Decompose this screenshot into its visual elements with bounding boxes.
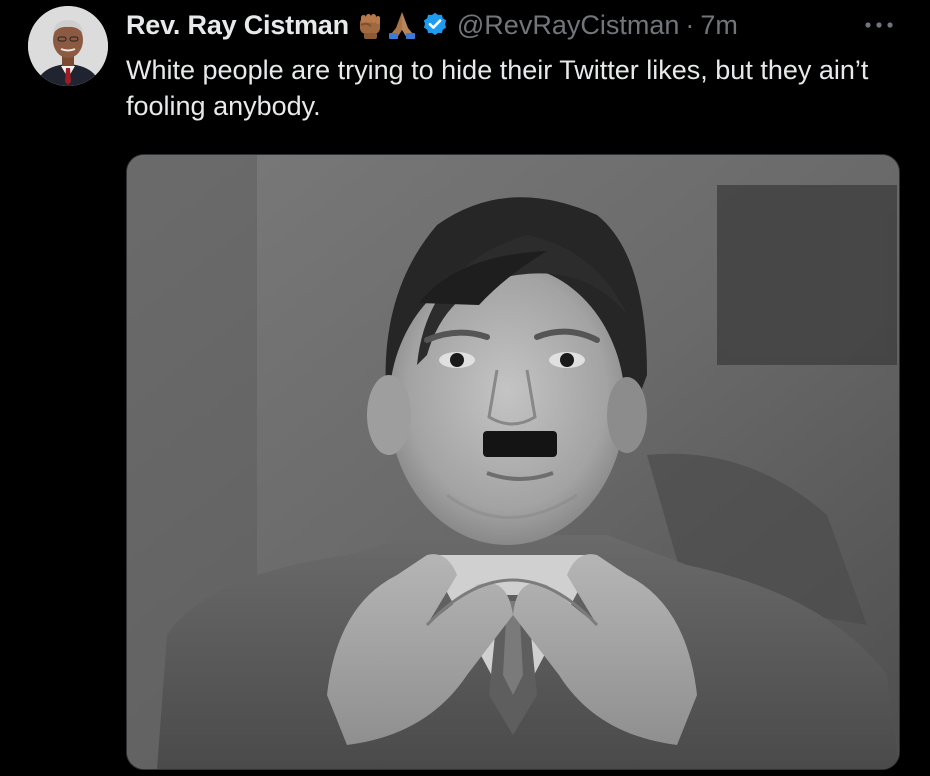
tweet[interactable]: Rev. Ray Cistman @RevRayCistman · 7m Whi…	[0, 0, 930, 776]
tweet-header: Rev. Ray Cistman @RevRayCistman · 7m	[126, 8, 738, 42]
verified-badge-icon[interactable]	[421, 11, 449, 39]
avatar[interactable]	[28, 6, 108, 86]
separator-dot: ·	[685, 9, 695, 40]
tweet-text: White people are trying to hide their Tw…	[126, 55, 869, 121]
display-name[interactable]: Rev. Ray Cistman	[126, 10, 349, 41]
timestamp[interactable]: 7m	[700, 10, 738, 41]
tweet-media-image[interactable]	[126, 154, 900, 770]
user-handle[interactable]: @RevRayCistman	[457, 10, 679, 41]
folded-hands-emoji	[387, 10, 417, 40]
more-options-icon[interactable]	[858, 12, 900, 38]
raised-fist-emoji	[355, 10, 385, 40]
